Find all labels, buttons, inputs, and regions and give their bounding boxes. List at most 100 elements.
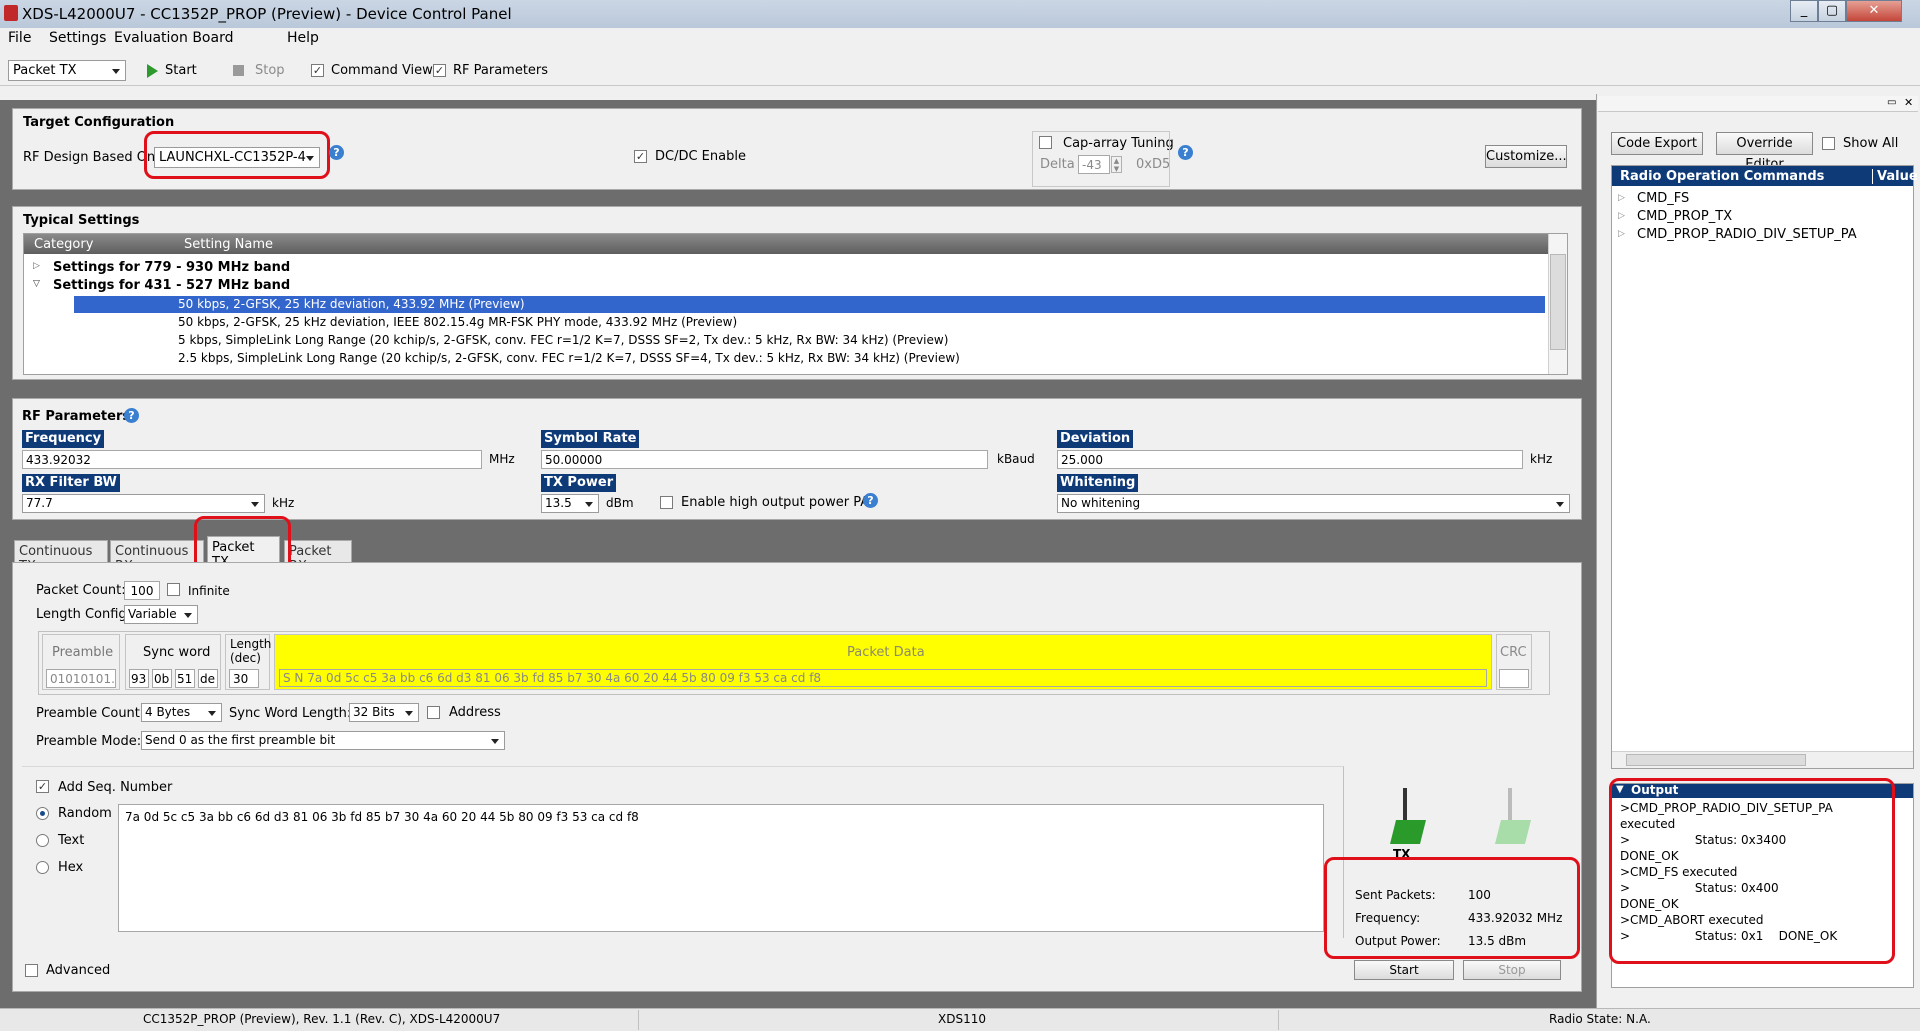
help-icon[interactable]: ? — [1178, 145, 1193, 160]
crc-field[interactable] — [1499, 669, 1529, 688]
menu-evaluation-board[interactable]: Evaluation Board — [114, 30, 233, 46]
sync-byte-field[interactable]: 51 — [175, 669, 195, 688]
menu-settings[interactable]: Settings — [49, 30, 106, 46]
menu-file[interactable]: File — [8, 30, 31, 46]
command-view-checkbox[interactable]: ✓ — [311, 64, 324, 77]
override-editor-button[interactable]: Override Editor — [1716, 132, 1813, 172]
address-checkbox[interactable] — [427, 706, 440, 719]
packet-stop-button[interactable]: Stop — [1463, 960, 1561, 980]
length-config-select[interactable]: Variable — [124, 605, 198, 624]
status-probe: XDS110 — [938, 1012, 986, 1026]
title-bar: XDS-L42000U7 - CC1352P_PROP (Preview) - … — [0, 0, 1920, 28]
length-field[interactable]: 30 — [229, 669, 259, 688]
random-radio[interactable] — [36, 807, 49, 820]
add-seq-checkbox[interactable]: ✓ — [36, 780, 49, 793]
status-divider — [638, 1010, 639, 1030]
hex-radio[interactable] — [36, 861, 49, 874]
text-radio[interactable] — [36, 834, 49, 847]
deviation-field[interactable]: 25.000 — [1057, 450, 1523, 469]
col-setting-name[interactable]: Setting Name — [184, 237, 273, 252]
setting-row[interactable]: 5 kbps, SimpleLink Long Range (20 kchip/… — [178, 333, 948, 347]
toolbar-stop-button[interactable]: Stop — [255, 63, 285, 78]
symbol-rate-field[interactable]: 50.00000 — [541, 450, 988, 469]
packet-count-label: Packet Count: — [36, 583, 126, 598]
expand-icon[interactable]: ▷ — [1618, 211, 1625, 221]
frequency-label: Frequency — [22, 430, 105, 448]
minimize-icon[interactable]: _ — [1790, 0, 1818, 22]
symbol-rate-unit: kBaud — [997, 452, 1035, 466]
sync-byte-field[interactable]: de — [198, 669, 218, 688]
play-icon[interactable] — [147, 64, 158, 78]
tab-continuous-tx[interactable]: Continuous TX — [14, 540, 108, 574]
whitening-label: Whitening — [1057, 474, 1139, 492]
command-item[interactable]: CMD_FS — [1637, 191, 1689, 206]
length-config-value: Variable — [128, 607, 177, 621]
col-value[interactable]: Value — [1872, 169, 1918, 184]
setting-row[interactable]: 50 kbps, 2-GFSK, 25 kHz deviation, IEEE … — [178, 315, 737, 329]
chevron-down-icon — [1556, 502, 1564, 507]
rx-filter-bw-select[interactable]: 77.7 — [22, 494, 265, 513]
close-icon[interactable]: ✕ — [1846, 0, 1902, 22]
expand-icon[interactable]: ▷ — [33, 261, 40, 271]
help-icon[interactable]: ? — [329, 145, 344, 160]
toolbar-start-button[interactable]: Start — [165, 63, 197, 78]
preamble-count-select[interactable]: 4 Bytes — [141, 703, 222, 722]
panel-close-icon[interactable]: ✕ — [1904, 96, 1913, 109]
collapse-icon[interactable]: ▽ — [33, 279, 40, 289]
col-radio-commands[interactable]: Radio Operation Commands — [1620, 169, 1824, 184]
typical-settings-title: Typical Settings — [23, 213, 140, 228]
packet-count-field[interactable]: 100 — [124, 581, 160, 600]
show-all-checkbox[interactable] — [1822, 137, 1835, 150]
expand-icon[interactable]: ▷ — [1618, 193, 1625, 203]
expand-icon[interactable]: ▷ — [1618, 229, 1625, 239]
setting-row[interactable]: 50 kbps, 2-GFSK, 25 kHz deviation, 433.9… — [178, 297, 525, 311]
tab-continuous-rx[interactable]: Continuous RX — [110, 540, 204, 574]
setting-row[interactable]: 2.5 kbps, SimpleLink Long Range (20 kchi… — [178, 351, 960, 365]
preamble-mode-select[interactable]: Send 0 as the first preamble bit — [141, 731, 505, 750]
command-item[interactable]: CMD_PROP_TX — [1637, 209, 1732, 224]
length-config-label: Length Config: — [36, 607, 132, 622]
sync-length-label: Sync Word Length: — [229, 706, 352, 721]
sync-byte-field[interactable]: 0b — [152, 669, 172, 688]
typical-scrollbar[interactable] — [1548, 234, 1567, 374]
scrollbar-thumb[interactable] — [1626, 754, 1806, 766]
packet-start-button[interactable]: Start — [1354, 960, 1454, 980]
menu-help[interactable]: Help — [287, 30, 319, 46]
col-category[interactable]: Category — [34, 237, 93, 252]
help-icon[interactable]: ? — [124, 408, 139, 423]
dcdc-checkbox[interactable]: ✓ — [634, 150, 647, 163]
help-icon[interactable]: ? — [863, 493, 878, 508]
whitening-value: No whitening — [1061, 496, 1141, 510]
right-panel-header — [1598, 96, 1918, 112]
sync-word-header: Sync word — [143, 645, 211, 660]
code-export-button[interactable]: Code Export — [1611, 132, 1703, 155]
stop-icon[interactable] — [233, 65, 244, 76]
group-779-930[interactable]: Settings for 779 - 930 MHz band — [53, 260, 290, 275]
high-pa-checkbox[interactable] — [660, 496, 673, 509]
maximize-icon[interactable]: ▢ — [1818, 0, 1846, 22]
tx-power-unit: dBm — [606, 496, 634, 510]
advanced-checkbox[interactable] — [25, 964, 38, 977]
command-item[interactable]: CMD_PROP_RADIO_DIV_SETUP_PA — [1637, 227, 1857, 242]
rf-parameters-checkbox[interactable]: ✓ — [433, 64, 446, 77]
group-431-527[interactable]: Settings for 431 - 527 MHz band — [53, 278, 290, 293]
preamble-field[interactable]: 01010101... — [46, 669, 116, 688]
float-icon[interactable]: ▭ — [1887, 97, 1896, 108]
whitening-select[interactable]: No whitening — [1057, 494, 1570, 513]
scrollbar-thumb[interactable] — [1550, 254, 1566, 350]
sync-byte-field[interactable]: 93 — [129, 669, 149, 688]
highlight-rf-design — [144, 131, 330, 179]
tab-packet-rx[interactable]: Packet RX — [284, 540, 352, 574]
commands-hscrollbar[interactable] — [1612, 751, 1913, 768]
sync-length-select[interactable]: 32 Bits — [349, 703, 419, 722]
packet-data-field[interactable]: S N 7a 0d 5c c5 3a bb c6 6d d3 81 06 3b … — [279, 669, 1487, 687]
tx-power-select[interactable]: 13.5 — [541, 494, 599, 513]
preamble-header: Preamble — [52, 645, 114, 660]
mode-select[interactable]: Packet TX — [8, 60, 126, 81]
customize-button[interactable]: Customize... — [1485, 145, 1567, 168]
frequency-field[interactable]: 433.92032 — [22, 450, 482, 469]
infinite-checkbox[interactable] — [167, 583, 180, 596]
payload-textarea[interactable]: 7a 0d 5c c5 3a bb c6 6d d3 81 06 3b fd 8… — [118, 804, 1324, 932]
ti-logo-icon — [4, 5, 18, 21]
chevron-down-icon — [112, 69, 120, 74]
